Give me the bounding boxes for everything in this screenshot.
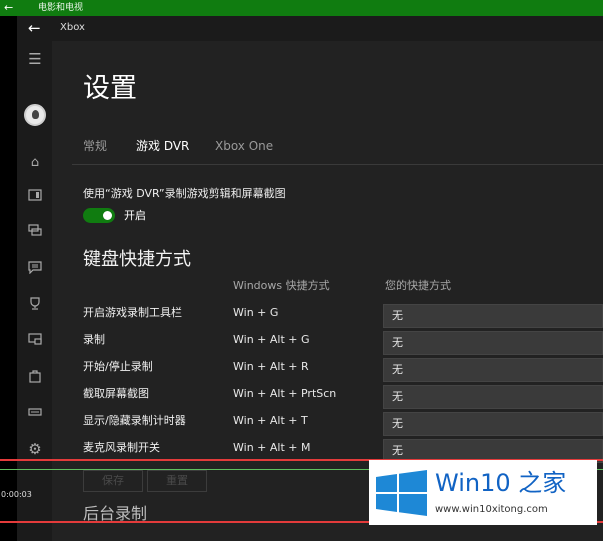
game-dvr-setting-label: 使用“游戏 DVR”录制游戏剪辑和屏幕截图 <box>83 187 286 200</box>
windows-shortcut-value: Win + Alt + PrtScn <box>233 387 337 400</box>
shortcut-label-microphone: 麦克风录制开关 <box>83 441 160 454</box>
app-title-bar: ← Xbox <box>17 16 603 41</box>
keyboard-shortcuts-heading: 键盘快捷方式 <box>83 249 191 270</box>
settings-icon[interactable]: ⚙ <box>25 440 45 458</box>
windows-shortcut-value: Win + Alt + R <box>233 360 309 373</box>
save-button[interactable]: 保存 <box>83 470 143 492</box>
windows-shortcut-value: Win + Alt + T <box>233 414 308 427</box>
my-games-icon[interactable] <box>25 189 45 207</box>
toggle-state-label: 开启 <box>124 209 146 222</box>
custom-shortcut-input[interactable]: 无 <box>383 331 603 355</box>
connect-icon[interactable] <box>25 404 45 422</box>
back-arrow-icon[interactable]: ← <box>28 19 41 37</box>
windows-shortcut-value: Win + Alt + G <box>233 333 310 346</box>
tab-divider <box>72 164 603 165</box>
playback-timecode: 0:00:03 <box>1 490 32 499</box>
sidebar: ☰ ⌂ ⚙ <box>17 41 52 541</box>
game-dvr-toggle[interactable] <box>83 208 115 223</box>
shortcut-label-start-stop-recording: 开始/停止录制 <box>83 360 153 373</box>
watermark-site-name: Win10 之家 <box>435 469 567 497</box>
app-title: Xbox <box>60 22 85 33</box>
game-dvr-icon[interactable] <box>25 333 45 351</box>
windows-shortcut-value: Win + Alt + M <box>233 441 311 454</box>
page-title: 设置 <box>83 73 137 104</box>
messages-icon[interactable] <box>25 261 45 279</box>
reset-button[interactable]: 重置 <box>147 470 207 492</box>
custom-shortcut-input[interactable]: 无 <box>383 304 603 328</box>
outer-back-icon[interactable]: ← <box>4 0 18 16</box>
home-icon[interactable]: ⌂ <box>25 154 45 172</box>
tab-game-dvr[interactable]: 游戏 DVR <box>136 138 189 154</box>
windows-shortcut-column-header: Windows 快捷方式 <box>233 279 330 292</box>
shortcut-label-screenshot: 截取屏幕截图 <box>83 387 149 400</box>
outer-window-title: 电影和电视 <box>38 3 84 13</box>
tab-xbox-one[interactable]: Xbox One <box>215 138 273 154</box>
hamburger-icon[interactable]: ☰ <box>25 50 45 68</box>
shortcut-label-open-game-bar: 开启游戏录制工具栏 <box>83 306 182 319</box>
watermark-url: www.win10xitong.com <box>435 504 548 515</box>
watermark: Win10 之家 www.win10xitong.com <box>369 460 597 525</box>
windows-logo-icon <box>376 470 427 516</box>
avatar[interactable] <box>24 104 46 126</box>
custom-shortcut-input[interactable]: 无 <box>383 358 603 382</box>
your-shortcut-column-header: 您的快捷方式 <box>385 279 451 292</box>
achievements-icon[interactable] <box>25 224 45 242</box>
windows-shortcut-value: Win + G <box>233 306 279 319</box>
toggle-knob <box>103 211 112 220</box>
outer-title-bar: ← 电影和电视 <box>0 0 603 16</box>
trophy-icon[interactable] <box>25 297 45 315</box>
shortcut-label-recording-timer: 显示/隐藏录制计时器 <box>83 414 186 427</box>
shortcut-label-record-that: 录制 <box>83 333 105 346</box>
custom-shortcut-input[interactable]: 无 <box>383 385 603 409</box>
custom-shortcut-input[interactable]: 无 <box>383 412 603 436</box>
store-icon[interactable] <box>25 369 45 387</box>
left-black-strip <box>0 16 17 541</box>
tab-general[interactable]: 常规 <box>83 138 107 154</box>
